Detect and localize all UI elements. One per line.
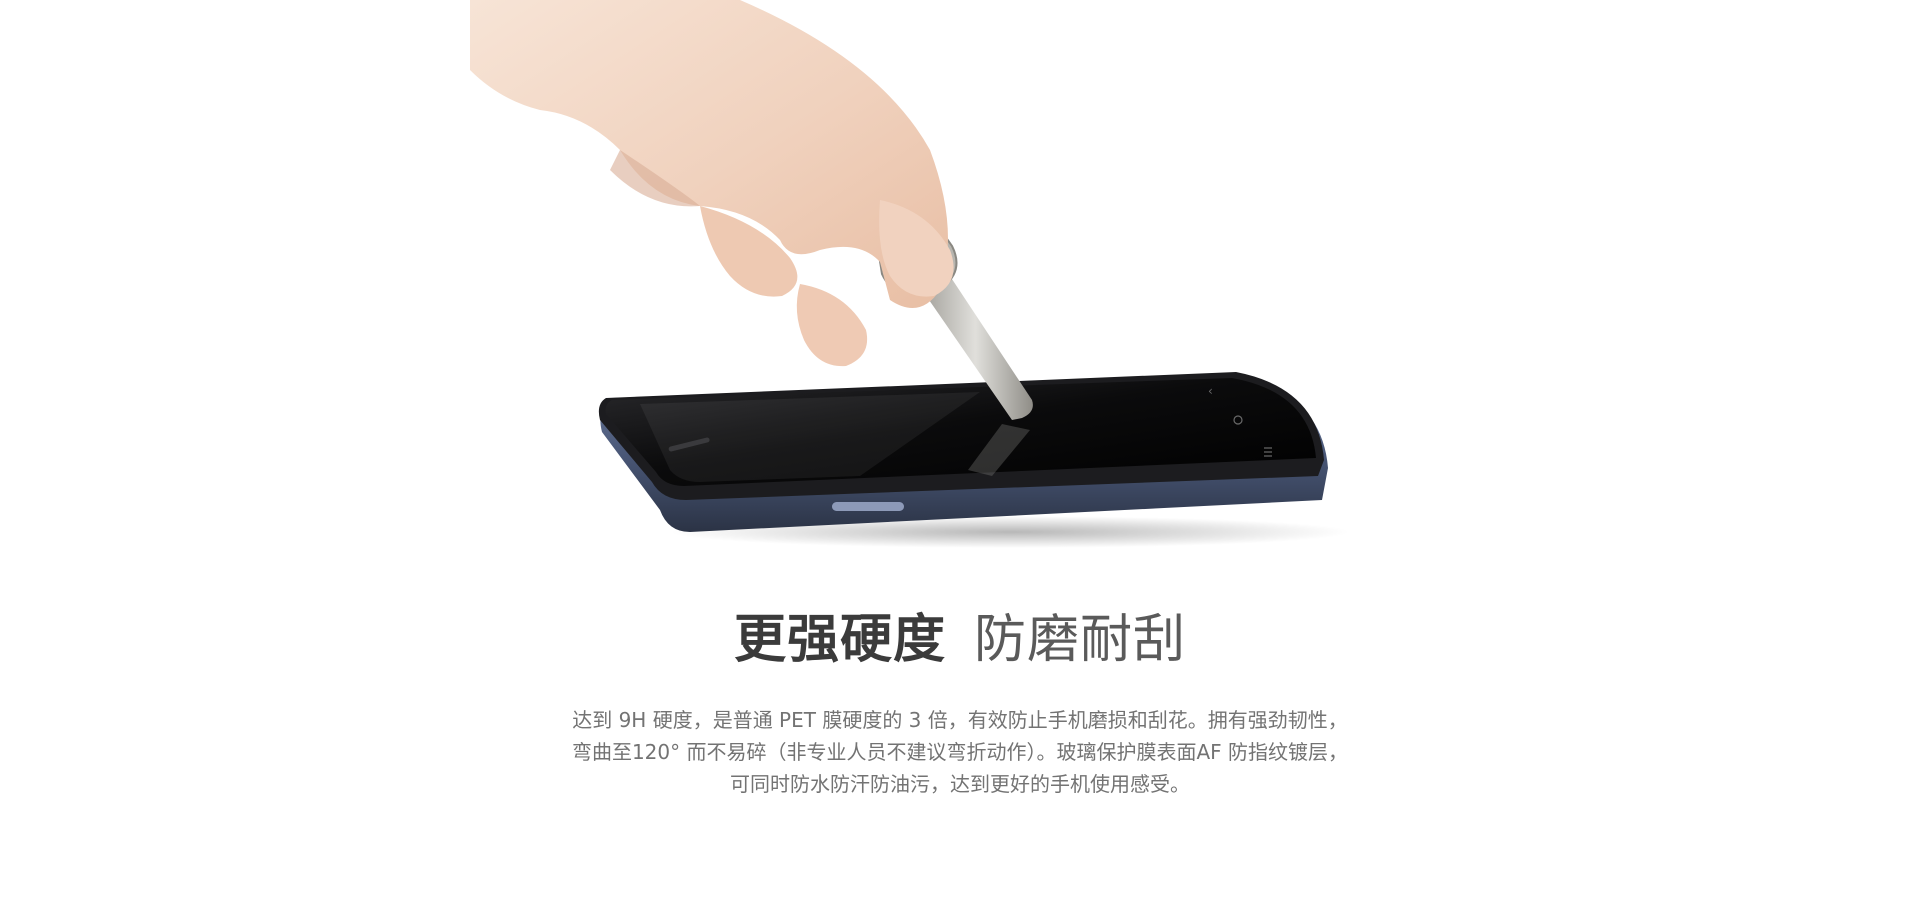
smartphone: ‹ — [598, 372, 1328, 532]
phone-scratch-illustration: ‹ — [470, 0, 1350, 548]
hand-finger-2 — [796, 284, 868, 367]
headline: 更强硬度 防磨耐刮 — [0, 604, 1920, 676]
description-line-2: 弯曲至120° 而不易碎（非专业人员不建议弯折动作）。玻璃保护膜表面AF 防指纹… — [571, 740, 1349, 764]
description: 达到 9H 硬度，是普通 PET 膜硬度的 3 倍，有效防止手机磨损和刮花。拥有… — [0, 704, 1920, 800]
hand-palm — [470, 0, 948, 308]
back-icon: ‹ — [1208, 384, 1213, 398]
headline-light: 防磨耐刮 — [974, 610, 1187, 670]
description-line-3: 可同时防水防汗防油污，达到更好的手机使用感受。 — [730, 772, 1190, 796]
hero-image: ‹ — [0, 0, 1920, 560]
hand — [470, 0, 954, 367]
headline-strong: 更强硬度 — [733, 610, 946, 670]
description-line-1: 达到 9H 硬度，是普通 PET 膜硬度的 3 倍，有效防止手机磨损和刮花。拥有… — [572, 708, 1348, 732]
side-button — [832, 502, 904, 511]
